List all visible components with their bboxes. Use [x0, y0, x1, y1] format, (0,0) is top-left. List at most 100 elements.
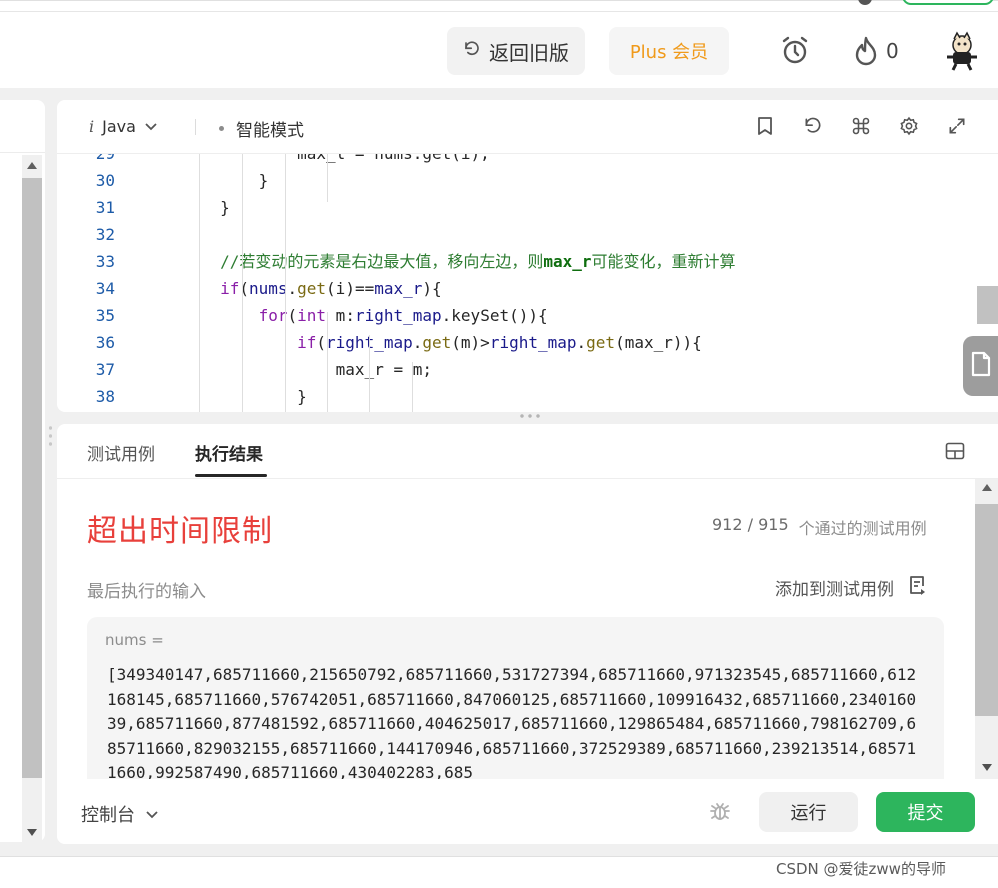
alarm-clock-icon[interactable]	[778, 33, 812, 67]
back-to-old-version-label: 返回旧版	[489, 40, 569, 65]
info-i-icon: i	[89, 117, 95, 136]
debug-bug-icon[interactable]	[708, 799, 732, 823]
code-token: get	[422, 333, 452, 352]
code-area[interactable]: 29 max_l = nums.get(i);30 }31 }3233 //若变…	[57, 140, 977, 410]
code-token: .	[576, 333, 587, 352]
code-token: }	[143, 198, 230, 217]
code-line[interactable]: 38 }	[57, 383, 977, 410]
code-line[interactable]: 31 }	[57, 194, 977, 221]
add-to-testcase-label: 添加到测试用例	[775, 580, 894, 600]
input-variable-name: nums =	[105, 631, 164, 649]
left-scrollbar-thumb[interactable]	[22, 178, 42, 778]
code-line[interactable]: 35 for(int m:right_map.keySet()){	[57, 302, 977, 329]
line-number: 38	[95, 387, 115, 406]
line-content: max_r = m;	[143, 356, 432, 383]
submit-button[interactable]: 提交	[876, 792, 975, 832]
tab-testcases[interactable]: 测试用例	[87, 440, 155, 465]
console-toggle-button[interactable]: 控制台	[81, 801, 159, 827]
chevron-down-icon	[145, 804, 159, 825]
result-panel: 测试用例 执行结果 超出时间限制 912 / 915 个通过的测试用例 最后执行…	[57, 424, 998, 844]
code-token: (	[287, 306, 298, 325]
code-token: right_map	[354, 306, 442, 325]
line-number: 34	[95, 279, 115, 298]
line-content: if(nums.get(i)==max_r){	[143, 275, 442, 302]
indent-guide	[412, 362, 413, 412]
code-token: m:	[326, 306, 355, 325]
code-line[interactable]: 32	[57, 221, 977, 248]
indent-guide	[369, 335, 370, 412]
user-avatar[interactable]	[944, 31, 980, 71]
command-shortcut-icon[interactable]	[849, 114, 873, 138]
flame-streak-count: 0	[886, 39, 899, 63]
code-token: max_r = m;	[143, 360, 432, 379]
scroll-down-arrow-icon[interactable]	[27, 829, 37, 836]
result-scroll-up-icon[interactable]	[982, 484, 992, 491]
result-scroll-down-icon[interactable]	[982, 764, 992, 771]
passed-count-suffix: 个通过的测试用例	[798, 519, 927, 538]
top-navigation-bar: 返回旧版 Plus 会员 0	[0, 0, 998, 88]
notes-side-tab[interactable]	[963, 336, 998, 396]
code-line[interactable]: 37 max_r = m;	[57, 356, 977, 383]
bookmark-icon[interactable]	[753, 114, 777, 138]
fullscreen-expand-icon[interactable]	[945, 114, 969, 138]
flame-streak-icon[interactable]	[851, 34, 881, 68]
partial-pill-button[interactable]	[902, 0, 994, 5]
scroll-up-arrow-icon[interactable]	[27, 162, 37, 169]
run-button[interactable]: 运行	[759, 792, 858, 832]
line-content: //若变动的元素是右边最大值，移向左边，则max_r可能变化，重新计算	[143, 248, 736, 275]
result-scrollbar-thumb[interactable]	[975, 504, 998, 716]
code-token: 可能变化，重新计算	[591, 252, 736, 271]
console-label: 控制台	[81, 805, 135, 826]
code-line[interactable]: 36 if(right_map.get(m)>right_map.get(max…	[57, 329, 977, 356]
undo-icon	[463, 39, 481, 63]
smart-mode-toggle[interactable]: 智能模式	[219, 116, 304, 141]
line-content: for(int m:right_map.keySet()){	[143, 302, 548, 329]
add-document-icon	[908, 575, 926, 600]
line-content: }	[143, 383, 307, 410]
code-token: (max_r)){	[615, 333, 702, 352]
code-token: for	[258, 306, 288, 325]
code-line[interactable]: 30 }	[57, 167, 977, 194]
line-number: 31	[95, 198, 115, 217]
code-token: .	[287, 279, 298, 298]
mode-dot-icon	[219, 126, 224, 131]
reset-code-icon[interactable]	[801, 114, 825, 138]
mode-label: 智能模式	[236, 121, 304, 141]
settings-gear-icon[interactable]	[897, 114, 921, 138]
line-number: 35	[95, 306, 115, 325]
code-token: max_r	[374, 279, 423, 298]
language-selector[interactable]: i Java	[89, 117, 158, 136]
indent-guide	[285, 154, 286, 412]
code-line[interactable]: 33 //若变动的元素是右边最大值，移向左边，则max_r可能变化，重新计算	[57, 248, 977, 275]
notification-icon[interactable]	[858, 0, 872, 5]
code-token: (m)>	[451, 333, 490, 352]
code-token: (	[316, 333, 327, 352]
line-number: 30	[95, 171, 115, 190]
add-to-testcase-button[interactable]: 添加到测试用例	[775, 575, 926, 600]
code-token: int	[297, 306, 327, 325]
csdn-watermark: CSDN @爱徒zww的导师	[776, 860, 946, 878]
tab-results[interactable]: 执行结果	[195, 440, 263, 465]
code-token: .keySet()){	[441, 306, 548, 325]
editor-scrollbar-thumb[interactable]	[977, 286, 998, 324]
line-content: }	[143, 167, 269, 194]
editor-toolbar: i Java 智能模式	[57, 100, 998, 154]
submit-label: 提交	[907, 803, 944, 824]
toolbar-divider	[195, 119, 196, 135]
code-token: }	[143, 387, 307, 406]
vertical-resize-handle[interactable]	[49, 424, 52, 448]
code-token: if	[297, 333, 317, 352]
indent-guide	[327, 312, 328, 412]
line-number: 37	[95, 360, 115, 379]
result-status-title: 超出时间限制	[87, 514, 273, 549]
passed-testcases-count: 912 / 915 个通过的测试用例	[712, 515, 927, 539]
run-label: 运行	[790, 803, 827, 824]
plus-membership-button[interactable]: Plus 会员	[609, 27, 729, 75]
layout-panel-icon[interactable]	[945, 442, 965, 460]
back-to-old-version-button[interactable]: 返回旧版	[447, 27, 585, 75]
code-token: (i)==	[326, 279, 375, 298]
horizontal-resize-handle[interactable]	[518, 414, 542, 418]
code-line[interactable]: 34 if(nums.get(i)==max_r){	[57, 275, 977, 302]
